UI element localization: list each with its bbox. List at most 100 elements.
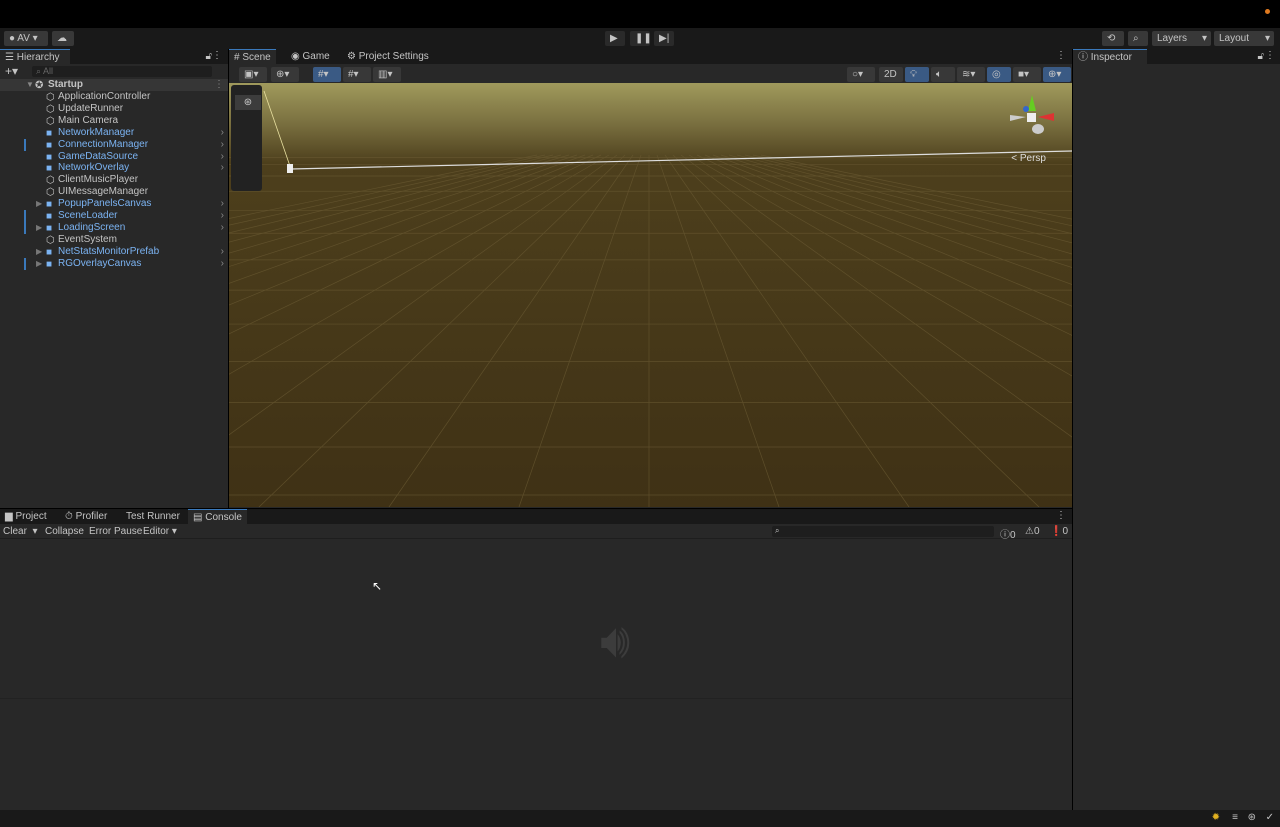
- hierarchy-item[interactable]: ⬡ EventSystem: [0, 234, 228, 246]
- open-prefab-icon[interactable]: ›: [221, 198, 224, 210]
- open-prefab-icon[interactable]: ›: [221, 151, 224, 163]
- tab-inspector[interactable]: ⓘ Inspector: [1073, 49, 1147, 64]
- console-search-input[interactable]: ⌕: [772, 526, 994, 537]
- open-prefab-icon[interactable]: ›: [221, 258, 224, 270]
- hidden-objects-icon[interactable]: ◎: [987, 67, 1011, 82]
- ground-grid: [229, 90, 1072, 507]
- folder-icon: ▆: [5, 511, 13, 522]
- history-button[interactable]: ⟲: [1102, 31, 1124, 46]
- info-icon: ⓘ: [1078, 52, 1088, 63]
- tab-project[interactable]: ▆ Project: [0, 509, 52, 524]
- error-pause-button[interactable]: Error Pause: [89, 526, 142, 537]
- tab-profiler[interactable]: ⏱ Profiler: [60, 509, 112, 524]
- more-menu-icon[interactable]: ⋮: [214, 79, 224, 91]
- add-button[interactable]: +▾: [5, 64, 18, 78]
- tab-game[interactable]: ◉ Game: [286, 49, 335, 64]
- hierarchy-item[interactable]: ■ GameDataSource ›: [0, 151, 228, 163]
- collapse-button[interactable]: Collapse: [45, 526, 84, 537]
- cloud-button[interactable]: ☁: [52, 31, 74, 46]
- open-prefab-icon[interactable]: ›: [221, 162, 224, 174]
- more-menu-icon[interactable]: ⋮: [1056, 50, 1066, 61]
- scene-viewport[interactable]: ✋︎ ✥ ⟳ ⤢ ▢ ⊛ < Persp: [229, 83, 1072, 507]
- tab-project-settings[interactable]: ⚙ Project Settings: [342, 49, 434, 64]
- open-prefab-icon[interactable]: ›: [221, 210, 224, 222]
- tab-console[interactable]: ▤ Console: [188, 509, 247, 524]
- more-menu-icon[interactable]: ⋮: [1265, 50, 1275, 61]
- notification-dot: [1265, 9, 1270, 14]
- account-dropdown[interactable]: ● AV ▾: [4, 31, 48, 46]
- tab-test-runner[interactable]: Test Runner: [121, 509, 185, 524]
- pause-button[interactable]: ❚❚: [630, 31, 652, 46]
- expand-arrow-icon[interactable]: ▶: [36, 246, 42, 258]
- grid-snap-dropdown[interactable]: #▾: [313, 67, 341, 82]
- hierarchy-search-input[interactable]: ⌕ All: [32, 66, 212, 77]
- lighting-toggle-icon[interactable]: 💡︎: [905, 67, 929, 82]
- global-dropdown[interactable]: ⊕▾: [271, 67, 299, 82]
- clear-button[interactable]: Clear ▾: [3, 526, 37, 537]
- lock-icon[interactable]: 🔓︎: [1258, 51, 1264, 62]
- toggle-2d-button[interactable]: 2D: [879, 67, 903, 82]
- layout-dropdown[interactable]: Layout ▾: [1214, 31, 1274, 46]
- scene-toolbar: ▣▾ ⊕▾ #▾ #▾ ▥▾ ○▾ 2D 💡︎ 🔈︎ ≋▾ ◎ ■▾ ⊕▾: [229, 64, 1072, 83]
- hierarchy-item[interactable]: ⬡ ApplicationController: [0, 91, 228, 103]
- hierarchy-item[interactable]: ⬡ Main Camera: [0, 115, 228, 127]
- tab-scene[interactable]: # Scene: [229, 49, 276, 64]
- editor-dropdown[interactable]: Editor ▾: [143, 526, 177, 537]
- inspector-panel: ⓘ Inspector 🔓︎ ⋮: [1073, 49, 1280, 810]
- open-prefab-icon[interactable]: ›: [221, 139, 224, 151]
- audio-toggle-icon[interactable]: 🔈︎: [931, 67, 955, 82]
- hierarchy-item[interactable]: ■ NetworkOverlay ›: [0, 162, 228, 174]
- hierarchy-item[interactable]: ⬡ UIMessageManager: [0, 186, 228, 198]
- cache-icon[interactable]: ≡: [1232, 812, 1238, 823]
- more-menu-icon[interactable]: ⋮: [212, 50, 222, 61]
- modified-marker: [24, 257, 26, 270]
- expand-arrow-icon[interactable]: ▶: [36, 198, 42, 210]
- hierarchy-item[interactable]: ■ NetworkManager ›: [0, 127, 228, 139]
- info-toggle[interactable]: ⓘ0: [1000, 526, 1016, 541]
- warning-toggle[interactable]: ⚠0: [1025, 526, 1040, 537]
- open-prefab-icon[interactable]: ›: [221, 246, 224, 258]
- error-toggle[interactable]: ❗0: [1050, 526, 1068, 537]
- camera-dropdown[interactable]: ■▾: [1013, 67, 1041, 82]
- step-button[interactable]: ▶|: [654, 31, 674, 46]
- expand-arrow-icon[interactable]: ▶: [36, 258, 42, 270]
- hierarchy-item[interactable]: ■ SceneLoader ›: [0, 210, 228, 222]
- hierarchy-item[interactable]: ⬡ ClientMusicPlayer: [0, 174, 228, 186]
- hierarchy-item[interactable]: ▶ ■ NetStatsMonitorPrefab ›: [0, 246, 228, 258]
- open-prefab-icon[interactable]: ›: [221, 222, 224, 234]
- console-divider: [0, 698, 1072, 699]
- bug-icon[interactable]: ⊛: [1248, 812, 1256, 823]
- snap-increment-dropdown[interactable]: #▾: [343, 67, 371, 82]
- perspective-label[interactable]: < Persp: [1011, 153, 1046, 164]
- play-button[interactable]: ▶: [605, 31, 625, 46]
- snap-settings-dropdown[interactable]: ▥▾: [373, 67, 401, 82]
- hierarchy-item[interactable]: ▶ ■ PopupPanelsCanvas ›: [0, 198, 228, 210]
- effects-dropdown[interactable]: ≋▾: [957, 67, 985, 82]
- hierarchy-item[interactable]: ▶ ■ RGOverlayCanvas ›: [0, 257, 228, 270]
- horizon-line: [290, 150, 1072, 170]
- more-menu-icon[interactable]: ⋮: [1056, 510, 1066, 521]
- open-prefab-icon[interactable]: ›: [221, 127, 224, 139]
- gizmos-dropdown[interactable]: ⊕▾: [1043, 67, 1071, 82]
- expand-arrow-icon[interactable]: ▶: [36, 222, 42, 234]
- progress-icon[interactable]: ✓: [1266, 812, 1274, 823]
- shading-dropdown[interactable]: ○▾: [847, 67, 875, 82]
- main-toolbar: ● AV ▾ ☁ ▶ ❚❚ ▶| ⟲ ⌕ Layers ▾ Layout ▾: [0, 28, 1280, 49]
- gear-icon: ⚙: [347, 51, 356, 62]
- console-panel: ▆ Project ⏱ Profiler Test Runner ▤ Console…: [0, 509, 1072, 810]
- layers-dropdown[interactable]: Layers ▾: [1152, 31, 1211, 46]
- search-button[interactable]: ⌕: [1128, 31, 1148, 46]
- scene-row-startup[interactable]: ▼ ✪ Startup ⋮: [0, 79, 228, 91]
- account-icon: ●: [9, 33, 16, 44]
- scene-panel: # Scene ◉ Game ⚙ Project Settings ⋮ ▣▾ ⊕▾ #…: [229, 49, 1072, 508]
- transform-tool-icon[interactable]: ⊛: [235, 95, 261, 110]
- hierarchy-item[interactable]: ■ ConnectionManager ›: [0, 138, 228, 151]
- hierarchy-item[interactable]: ▶ ■ LoadingScreen ›: [0, 221, 228, 234]
- debug-mode-icon[interactable]: ✹: [1212, 812, 1220, 823]
- draw-mode-dropdown[interactable]: ▣▾: [239, 67, 267, 82]
- tab-hierarchy[interactable]: ☰ Hierarchy: [0, 49, 70, 64]
- orientation-gizmo-icon[interactable]: [1004, 91, 1064, 141]
- hierarchy-item[interactable]: ⬡ UpdateRunner: [0, 103, 228, 115]
- hierarchy-panel: ☰ Hierarchy 🔓︎ ⋮ +▾ ⌕ All ▼ ✪ Startup ⋮ ⬡ App…: [0, 49, 228, 508]
- prefab-cube-icon: ■: [46, 258, 53, 270]
